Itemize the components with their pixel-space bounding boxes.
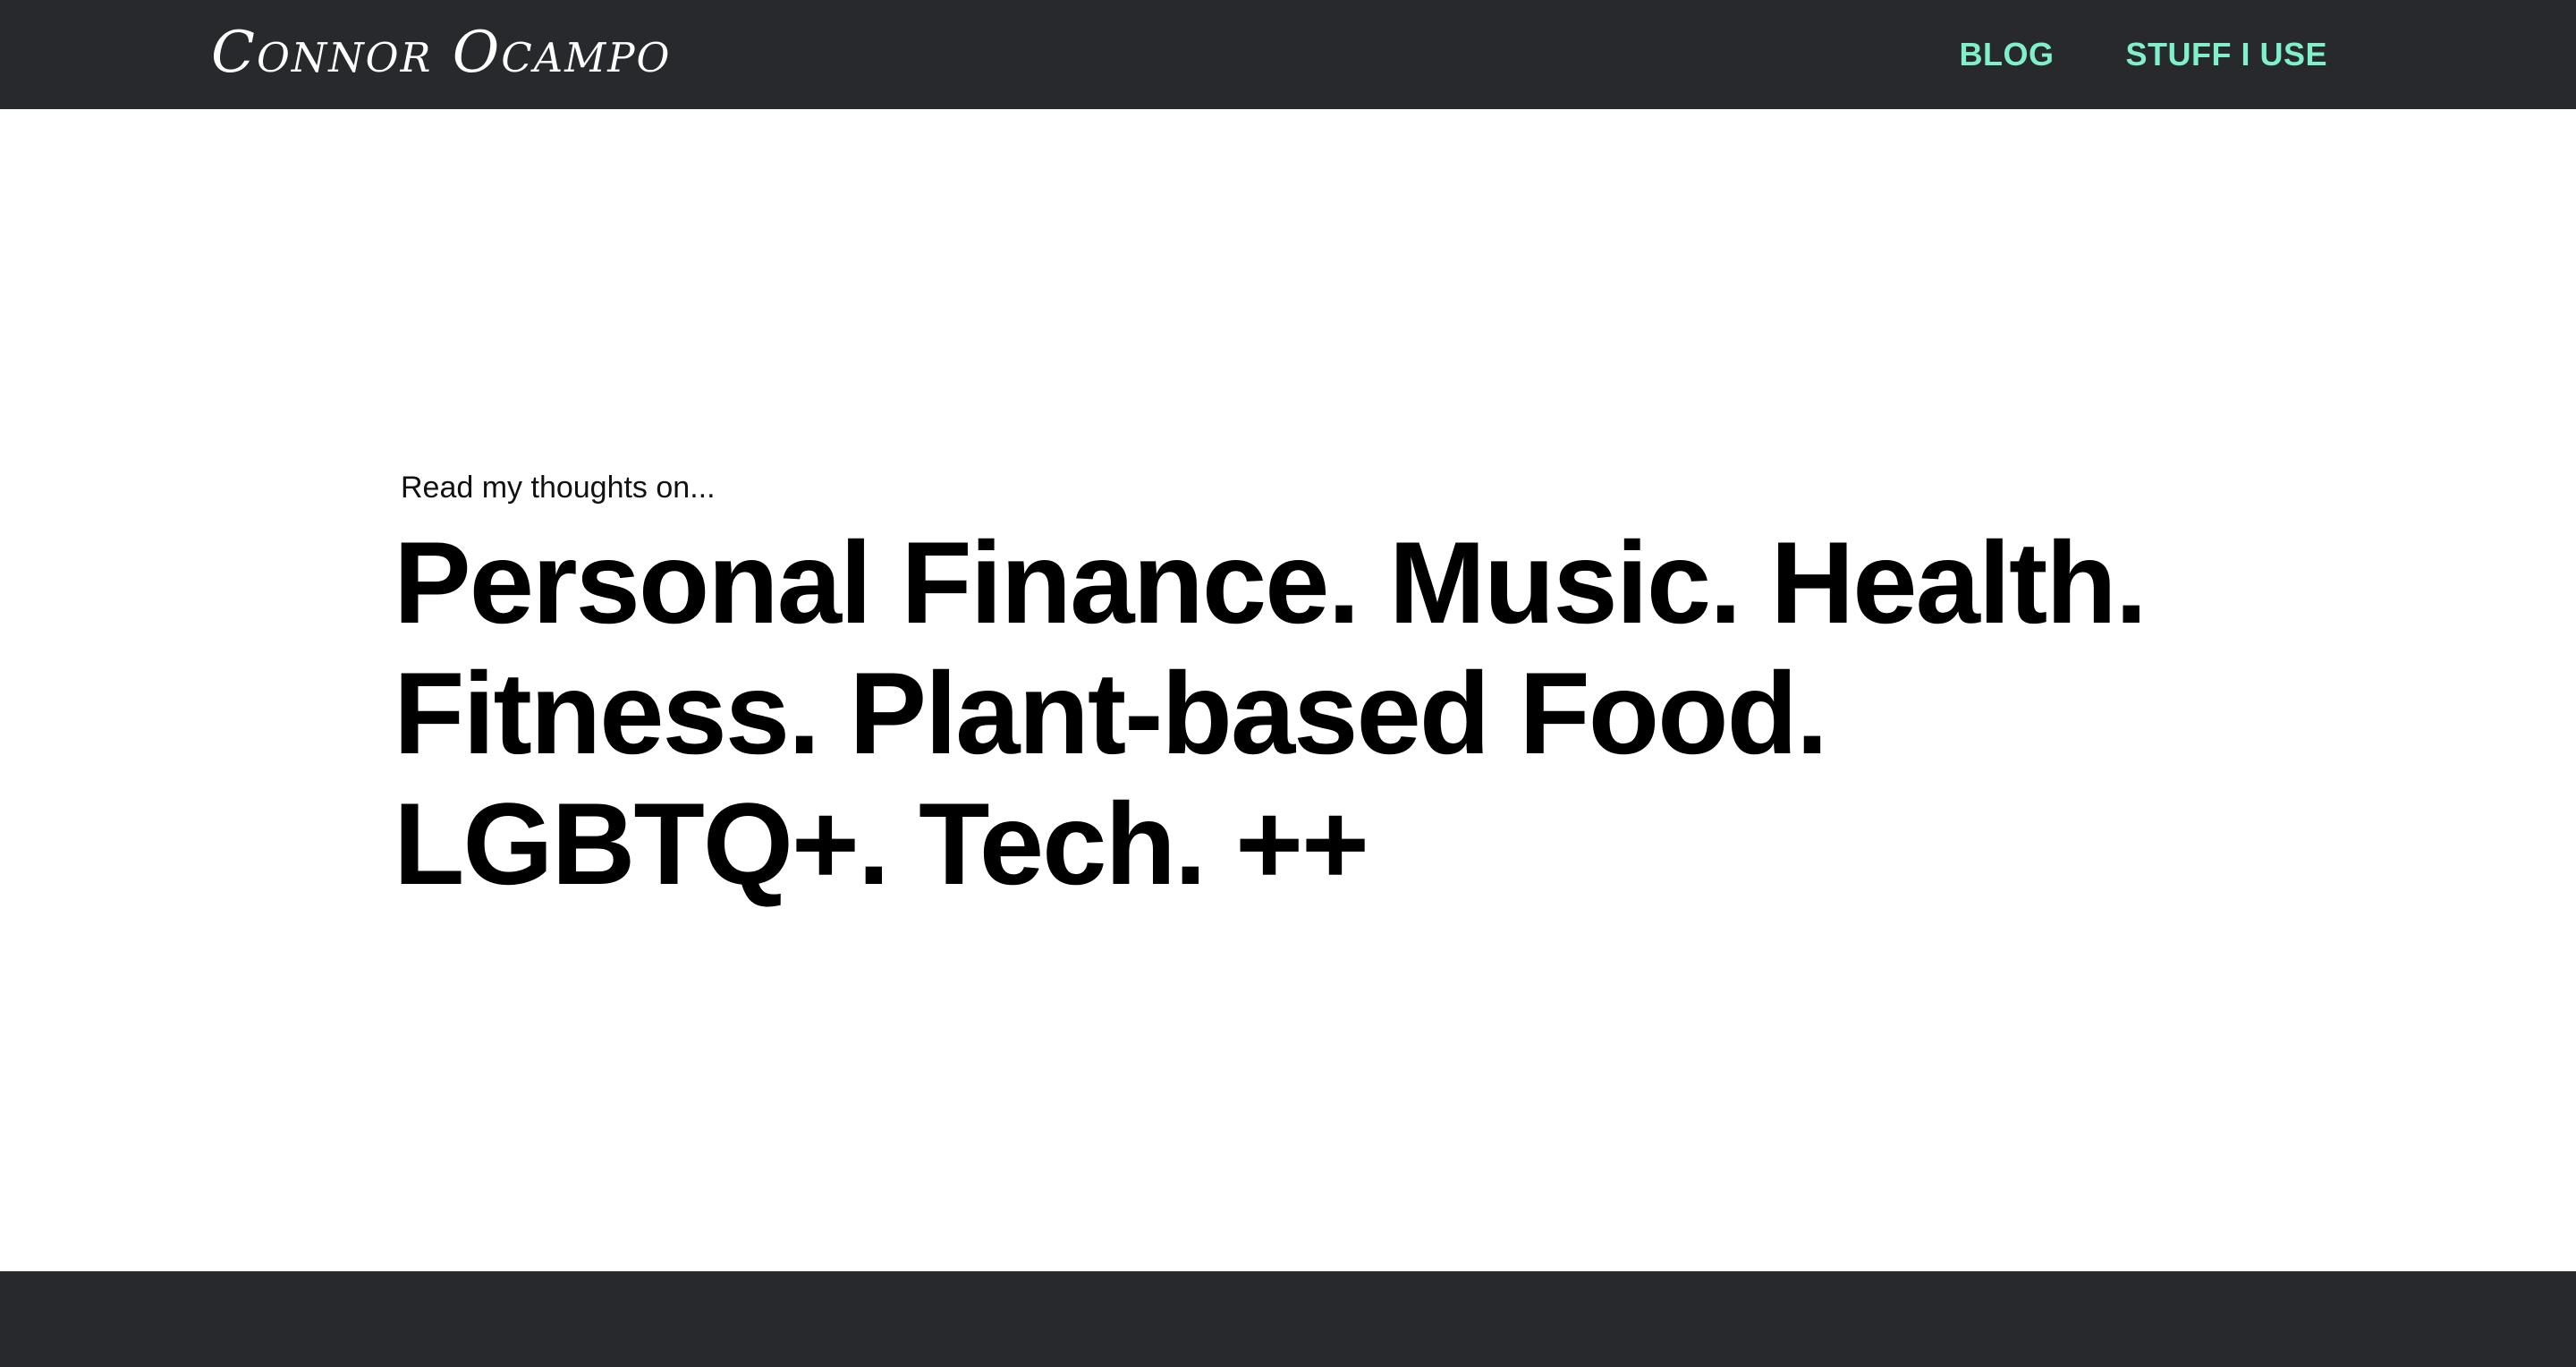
brand-last-name: Ocampo — [452, 20, 672, 86]
top-navigation-bar: Connor Ocampo BLOG STUFF I USE — [0, 0, 2576, 109]
site-logo-link[interactable]: Connor Ocampo — [211, 13, 671, 93]
main-nav: BLOG STUFF I USE — [1959, 0, 2327, 109]
hero-section: Read my thoughts on... Personal Finance.… — [394, 470, 2182, 909]
headline-line-1: Personal Finance. Music. Health. — [394, 516, 2148, 648]
nav-link-stuff-i-use[interactable]: STUFF I USE — [2125, 36, 2327, 73]
brand-first-name: Connor — [211, 20, 433, 86]
hero-headline: Personal Finance. Music. Health. Fitness… — [394, 517, 2182, 909]
headline-line-2: Fitness. Plant-based Food. — [394, 647, 1828, 778]
headline-line-3: LGBTQ+. Tech. ++ — [394, 777, 1369, 909]
nav-link-blog[interactable]: BLOG — [1959, 36, 2054, 73]
hero-kicker: Read my thoughts on... — [401, 471, 716, 505]
page-footer — [0, 1271, 2576, 1367]
